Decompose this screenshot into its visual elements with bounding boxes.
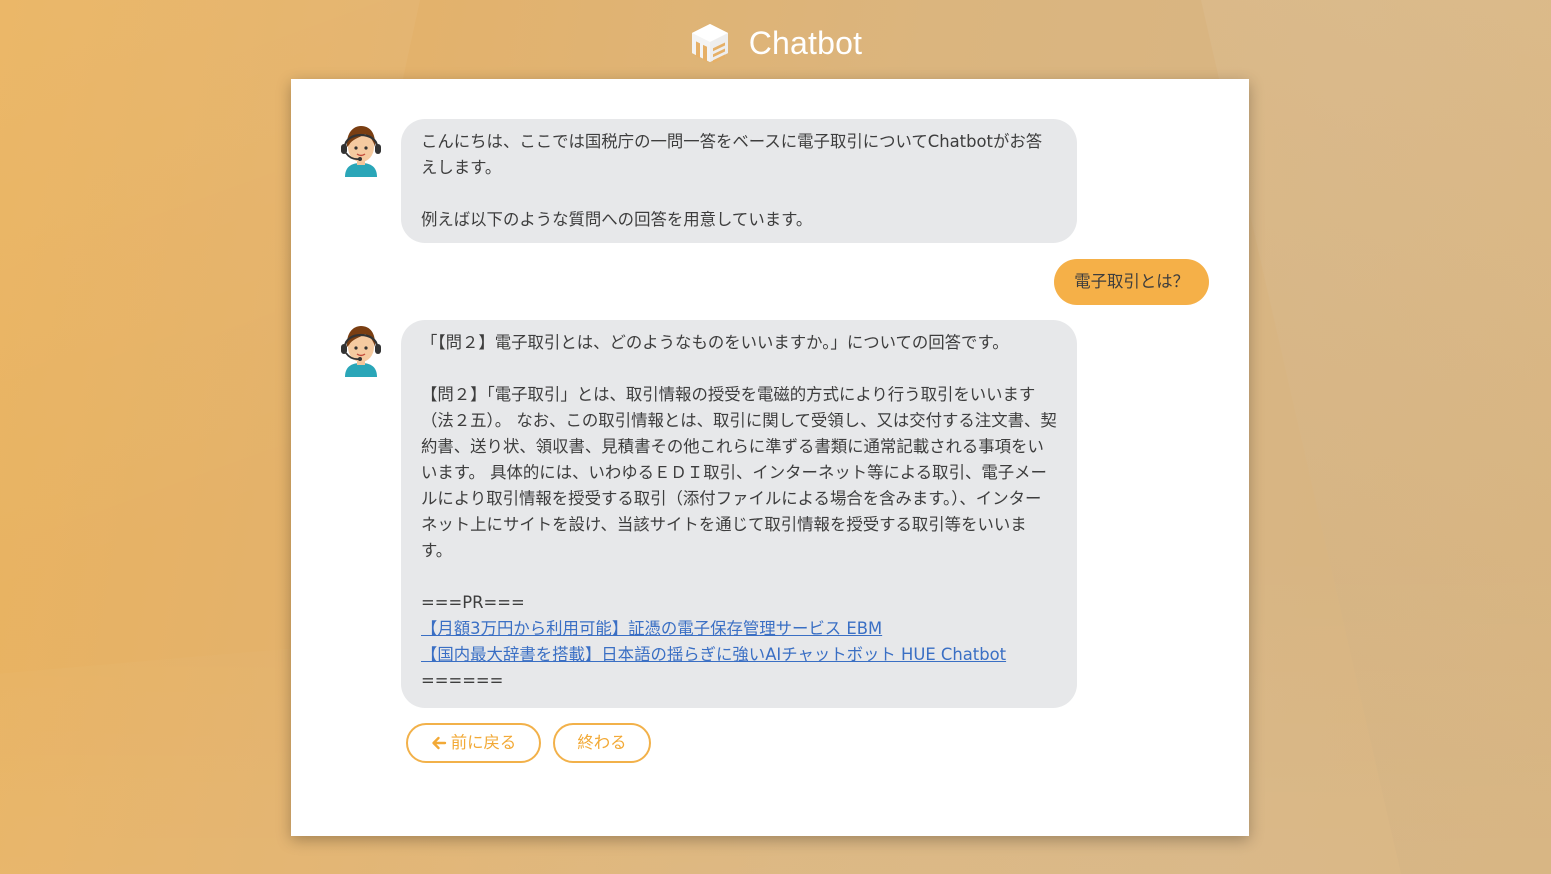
pr-footer-text: ====== [421, 671, 504, 690]
pr-link-hue-chatbot[interactable]: 【国内最大辞書を搭載】日本語の揺らぎに強いAIチャットボット HUE Chatb… [421, 642, 1057, 668]
hue-cube-logo-icon [691, 24, 728, 64]
pr-link-ebm[interactable]: 【月額3万円から利用可能】証憑の電子保存管理サービス EBM [421, 616, 1057, 642]
message-text: こんにちは、ここでは国税庁の一問一答をベースに電子取引についてChatbotがお… [421, 132, 1043, 177]
end-button[interactable]: 終わる [553, 723, 651, 763]
app-header: Chatbot [0, 20, 1551, 66]
answer-body-text: 【問２】「電子取引」とは、取引情報の授受を電磁的方式により行う取引をいいます（法… [421, 385, 1057, 560]
chat-panel[interactable]: こんにちは、ここでは国税庁の一問一答をベースに電子取引についてChatbotがお… [291, 79, 1249, 836]
back-button-label: 前に戻る [450, 733, 517, 752]
operator-headset-avatar-icon [337, 323, 385, 377]
end-button-label: 終わる [577, 733, 627, 752]
operator-headset-avatar-icon [337, 123, 385, 177]
pr-header-text: ===PR=== [421, 593, 525, 612]
arrow-left-icon [432, 736, 446, 750]
user-message: 電子取引とは？ [1054, 259, 1209, 305]
back-button[interactable]: 前に戻る [406, 723, 541, 763]
message-text: 例えば以下のような質問への回答を用意しています。 [421, 210, 813, 229]
answer-intro-text: 「【問２】電子取引とは、どのようなものをいいますか。」についての回答です。 [421, 333, 1009, 352]
bot-answer-message: 「【問２】電子取引とは、どのようなものをいいますか。」についての回答です。 【問… [401, 320, 1077, 708]
bot-message: こんにちは、ここでは国税庁の一問一答をベースに電子取引についてChatbotがお… [401, 119, 1077, 243]
app-title: Chatbot [748, 25, 863, 61]
